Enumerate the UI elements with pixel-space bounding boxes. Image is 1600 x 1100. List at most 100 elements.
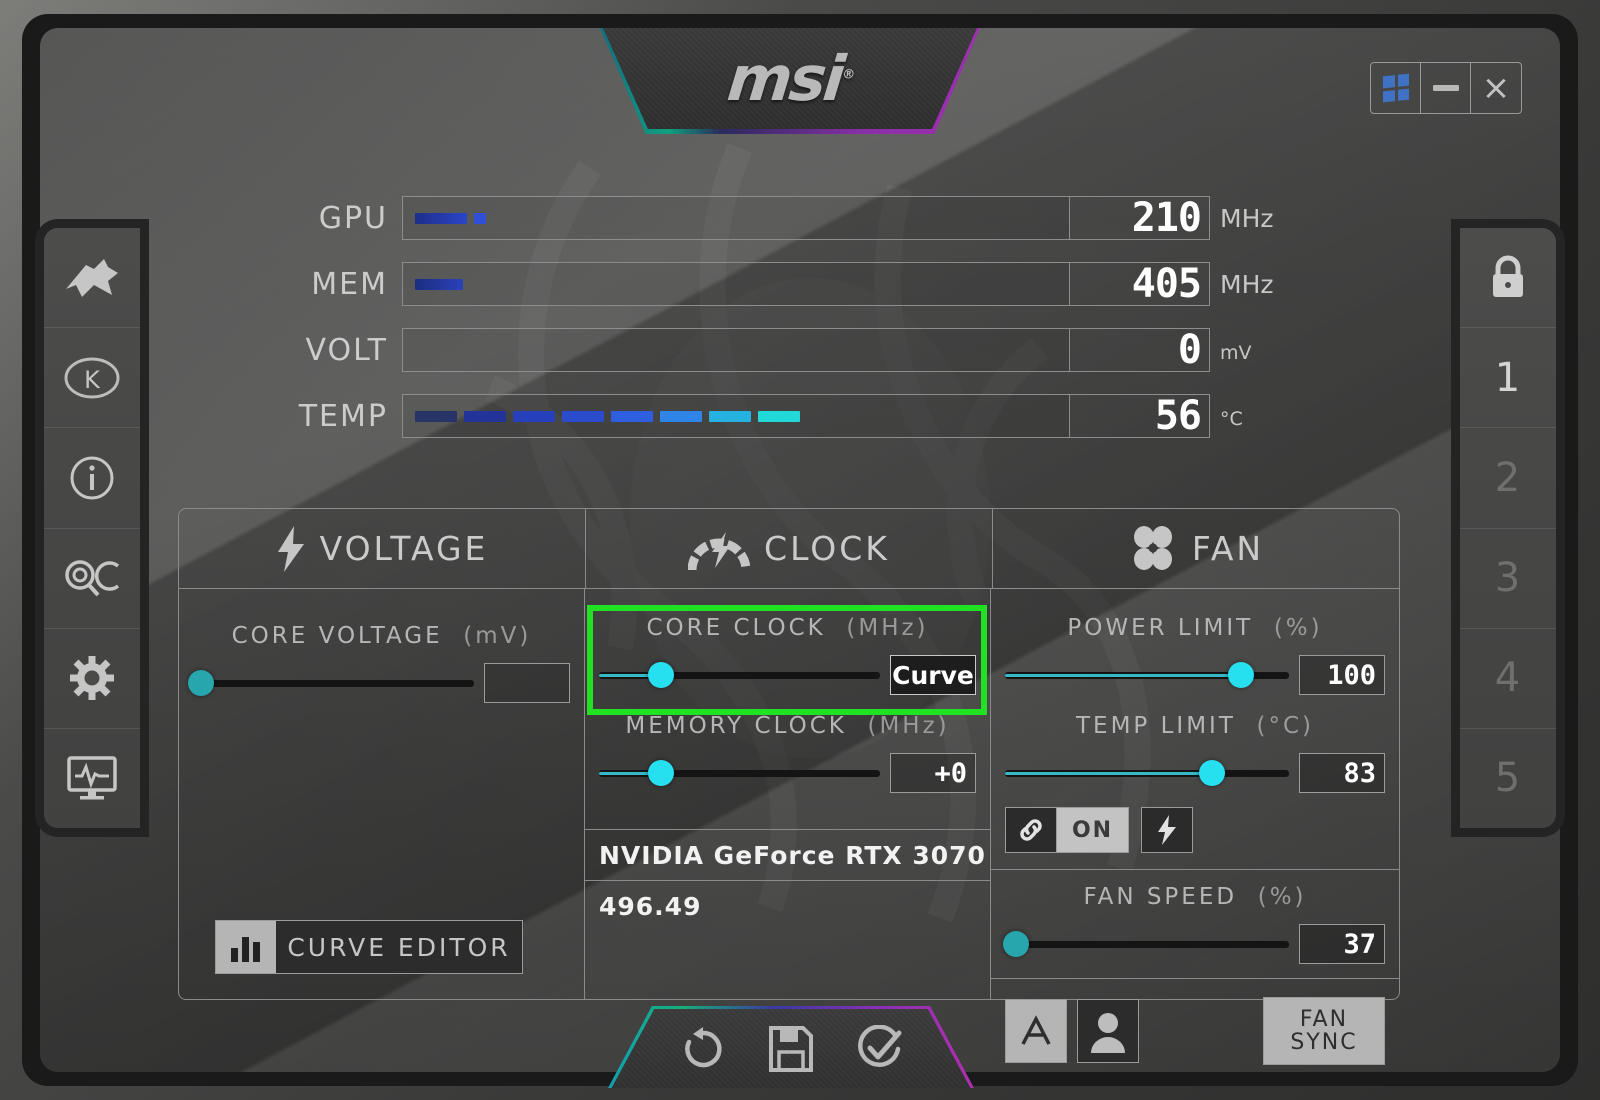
profile-2-label: 2	[1494, 454, 1522, 501]
readout-bar-mem	[402, 262, 1070, 306]
reset-arrow-icon	[685, 1027, 722, 1068]
limit-link-row: ON	[991, 807, 1399, 853]
qc-search-icon	[65, 560, 120, 597]
gpu-name: NVIDIA GeForce RTX 3070	[599, 840, 986, 870]
tab-clock[interactable]: CLOCK	[586, 509, 993, 588]
tab-fan-label: FAN	[1191, 529, 1265, 568]
control-columns: CORE VOLTAGE (mV) CURVE EDITOR CORE CLOC…	[179, 589, 1399, 1065]
curve-editor-button[interactable]: CURVE EDITOR	[215, 920, 523, 974]
readout-label-mem: MEM	[311, 266, 388, 302]
memory-clock-knob[interactable]	[647, 760, 674, 786]
close-button[interactable]: ×	[1471, 63, 1521, 113]
fan-speed-title: FAN SPEED (%)	[1083, 884, 1307, 910]
sidebar-item-info[interactable]	[44, 428, 140, 529]
speedometer-icon	[688, 531, 751, 570]
readout-bar-gpu	[402, 196, 1070, 240]
lock-button[interactable]	[1460, 228, 1556, 329]
lightning-bolt-icon	[277, 525, 304, 572]
readout-unit-mem: MHz	[1220, 269, 1274, 299]
sidebar-item-profile-3[interactable]: 3	[1460, 529, 1556, 629]
auto-fan-button[interactable]	[1005, 999, 1067, 1063]
jet-fighter-icon	[66, 258, 118, 297]
curve-button[interactable]: Curve	[890, 655, 976, 695]
auto-letter-icon	[1021, 1015, 1051, 1045]
readout-unit-gpu: MHz	[1220, 203, 1274, 233]
readout-panel: GPU 210 MHz MEM 405 MHz VOLT 0 mV TEMP 5…	[290, 195, 1300, 460]
readout-row-mem: MEM 405 MHz	[290, 261, 1300, 307]
profile-5-label: 5	[1494, 755, 1522, 802]
driver-version: 496.49	[599, 891, 702, 921]
sidebar-item-settings[interactable]	[44, 629, 140, 729]
sidebar-item-monitoring[interactable]	[44, 729, 140, 828]
profile-4-label: 4	[1494, 655, 1522, 702]
link-limits-button[interactable]	[1005, 807, 1057, 853]
user-profile-button[interactable]	[1077, 999, 1139, 1063]
core-clock-knob[interactable]	[647, 662, 674, 688]
power-limit-knob[interactable]	[1227, 662, 1254, 688]
core-voltage-slider[interactable]	[188, 670, 474, 696]
power-limit-slider-row: 100	[991, 655, 1399, 695]
sidebar-item-profile-2[interactable]: 2	[1460, 428, 1556, 529]
msi-logo-plate: msi®	[600, 28, 980, 134]
memory-clock-slider-row: +0	[585, 753, 990, 793]
curve-editor-label: CURVE EDITOR	[276, 921, 522, 973]
monitoring-icon	[67, 756, 117, 800]
close-icon: ×	[1481, 68, 1511, 108]
memory-clock-title: MEMORY CLOCK (MHz)	[625, 713, 950, 739]
readout-label-gpu: GPU	[318, 200, 388, 236]
user-icon	[1091, 1013, 1125, 1053]
sidebar-item-jet[interactable]	[44, 228, 140, 329]
apply-button[interactable]	[855, 1025, 903, 1073]
window-controls: ×	[1370, 62, 1522, 114]
readout-value-volt: 0	[1070, 327, 1210, 373]
tab-voltage[interactable]: VOLTAGE	[179, 509, 586, 588]
readout-value-mem: 405	[1070, 261, 1210, 307]
bar-chart-icon	[216, 921, 276, 973]
memory-clock-value[interactable]: +0	[890, 753, 976, 793]
readout-label-temp: TEMP	[298, 398, 388, 434]
sidebar-item-k-boost[interactable]: K	[44, 328, 140, 429]
core-voltage-knob[interactable]	[188, 670, 215, 696]
core-clock-slider[interactable]	[599, 662, 880, 688]
power-limit-value[interactable]: 100	[1299, 655, 1385, 695]
windows-logo-button[interactable]	[1371, 63, 1421, 113]
sidebar-item-profile-1[interactable]: 1	[1460, 328, 1556, 429]
core-voltage-value[interactable]	[484, 663, 570, 703]
msi-brand-text: msi®	[724, 42, 854, 115]
core-clock-title: CORE CLOCK (MHz)	[646, 615, 929, 641]
temp-limit-knob[interactable]	[1199, 760, 1226, 786]
readout-bar-volt	[402, 328, 1070, 372]
left-toolbar: K	[44, 228, 140, 828]
fan-speed-value[interactable]: 37	[1299, 924, 1385, 964]
power-limit-title: POWER LIMIT (%)	[1067, 615, 1323, 641]
floppy-disk-icon	[769, 1026, 813, 1072]
save-button[interactable]	[769, 1026, 813, 1072]
reset-button[interactable]	[679, 1025, 727, 1073]
windows-logo-icon	[1382, 73, 1409, 103]
minimize-button[interactable]	[1421, 63, 1471, 113]
profile-3-label: 3	[1494, 555, 1522, 602]
core-voltage-slider-row	[179, 663, 584, 703]
prioritize-button[interactable]	[1141, 807, 1193, 853]
sidebar-item-profile-5[interactable]: 5	[1460, 729, 1556, 828]
tab-fan[interactable]: FAN	[993, 509, 1399, 588]
right-toolbar: 1 2 3 4 5	[1460, 228, 1556, 828]
readout-row-volt: VOLT 0 mV	[290, 327, 1300, 373]
info-icon	[70, 456, 114, 500]
memory-clock-slider[interactable]	[599, 760, 880, 786]
tab-bar: VOLTAGE CLOCK FAN	[179, 509, 1399, 589]
sidebar-item-profile-4[interactable]: 4	[1460, 629, 1556, 729]
lightning-bolt-icon	[1158, 815, 1176, 845]
minimize-icon	[1432, 85, 1459, 91]
fan-sync-button[interactable]: FAN SYNC	[1263, 997, 1385, 1065]
link-on-toggle[interactable]: ON	[1057, 807, 1129, 853]
msi-afterburner-window: msi® × K 1 2 3 4 5 GPU 210 MHz MEM 405 M…	[0, 0, 1600, 1100]
temp-limit-slider[interactable]	[1005, 760, 1289, 786]
sidebar-item-qc[interactable]	[44, 529, 140, 629]
fan-speed-slider[interactable]	[1003, 931, 1289, 957]
power-limit-slider[interactable]	[1005, 662, 1289, 688]
temp-limit-value[interactable]: 83	[1299, 753, 1385, 793]
fan-speed-knob[interactable]	[1003, 931, 1030, 957]
fan-buttons-divider	[991, 978, 1399, 979]
tab-voltage-label: VOLTAGE	[319, 529, 489, 568]
